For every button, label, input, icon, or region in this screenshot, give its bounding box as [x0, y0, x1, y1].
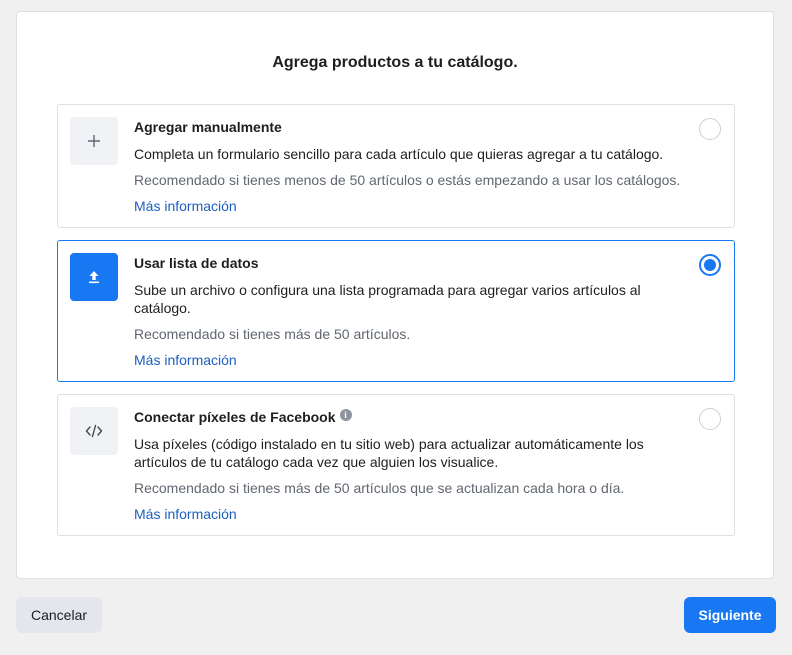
plus-icon: [70, 117, 118, 165]
next-button[interactable]: Siguiente: [684, 597, 776, 633]
option-recommendation: Recomendado si tienes más de 50 artículo…: [134, 326, 411, 342]
radio-connect-pixels[interactable]: [699, 408, 721, 430]
option-add-manually[interactable]: Agregar manualmente Completa un formular…: [57, 104, 735, 228]
catalog-dialog: Agrega productos a tu catálogo. Agregar …: [16, 11, 774, 579]
option-description: Sube un archivo o configura una lista pr…: [134, 282, 641, 316]
option-body: Agregar manualmente Completa un formular…: [134, 118, 694, 216]
option-title: Usar lista de datos: [134, 255, 259, 271]
option-use-data-feed[interactable]: Usar lista de datos Sube un archivo o co…: [57, 240, 735, 382]
upload-icon: [70, 253, 118, 301]
option-recommendation: Recomendado si tienes menos de 50 artícu…: [134, 172, 681, 188]
code-icon: [70, 407, 118, 455]
radio-use-data-feed[interactable]: [699, 254, 721, 276]
info-icon[interactable]: i: [339, 409, 352, 421]
option-title: Agregar manualmente: [134, 119, 282, 135]
option-description: Usa píxeles (código instalado en tu siti…: [134, 436, 644, 470]
option-connect-pixels[interactable]: Conectar píxeles de Facebook i Usa píxel…: [57, 394, 735, 536]
more-info-link[interactable]: Más información: [134, 505, 237, 523]
cancel-button[interactable]: Cancelar: [16, 597, 102, 633]
radio-add-manually[interactable]: [699, 118, 721, 140]
option-body: Conectar píxeles de Facebook i Usa píxel…: [134, 408, 694, 524]
more-info-link[interactable]: Más información: [134, 351, 237, 369]
option-title-text: Conectar píxeles de Facebook: [134, 409, 336, 425]
option-title: Conectar píxeles de Facebook i: [134, 408, 694, 426]
more-info-link[interactable]: Más información: [134, 197, 237, 215]
dialog-title: Agrega productos a tu catálogo.: [272, 54, 518, 71]
option-recommendation: Recomendado si tienes más de 50 artículo…: [134, 480, 625, 496]
option-body: Usar lista de datos Sube un archivo o co…: [134, 254, 694, 370]
option-description: Completa un formulario sencillo para cad…: [134, 146, 664, 162]
